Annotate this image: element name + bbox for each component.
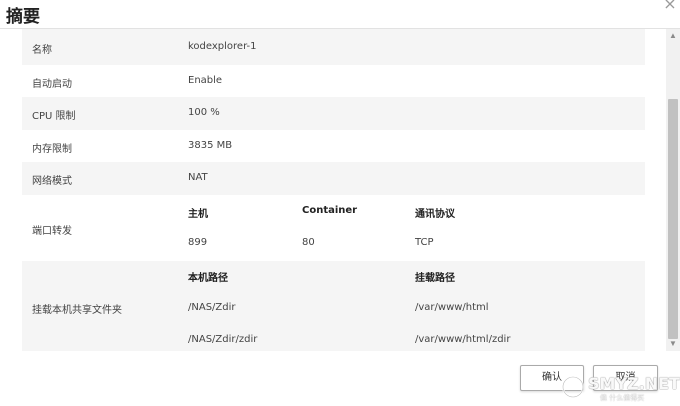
row-value: 100 % (188, 107, 220, 118)
port-header-host: 主机 (188, 209, 208, 220)
folder-header-mount-path: 挂载路径 (415, 273, 455, 284)
watermark-logo-icon (562, 376, 584, 398)
scroll-thumb[interactable] (668, 99, 678, 339)
folder-mount-path: /var/www/html/zdir (415, 334, 511, 345)
port-container-value: 80 (302, 237, 315, 248)
close-icon[interactable]: × (662, 0, 678, 12)
watermark-subtext: 值 什么值得买 (600, 394, 645, 402)
folder-mount-path: /var/www/html (415, 302, 489, 313)
port-header-protocol: 通讯协议 (415, 209, 455, 220)
scroll-down-arrow-icon[interactable]: ▼ (666, 337, 680, 351)
row-value: 3835 MB (188, 140, 233, 151)
summary-row-name: 名称 kodexplorer-1 (22, 29, 645, 65)
summary-row-network-mode: 网络模式 NAT (22, 162, 645, 195)
row-label: 端口转发 (32, 226, 72, 237)
row-value: Enable (188, 75, 223, 86)
port-protocol-value: TCP (415, 237, 434, 248)
row-label: 名称 (32, 45, 52, 56)
port-header-container: Container (302, 205, 358, 216)
row-label: 网络模式 (32, 176, 72, 187)
vertical-scrollbar[interactable]: ▲ ▼ (666, 29, 680, 351)
row-label: 自动启动 (32, 79, 72, 90)
summary-row-cpu-limit: CPU 限制 100 % (22, 97, 645, 130)
summary-dialog: 摘要 × 名称 kodexplorer-1 自动启动 Enable CPU 限制… (0, 0, 680, 406)
folder-header-local-path: 本机路径 (188, 273, 228, 284)
summary-content: 名称 kodexplorer-1 自动启动 Enable CPU 限制 100 … (0, 29, 666, 351)
folder-local-path: /NAS/Zdir/zdir (188, 334, 258, 345)
summary-row-port-forwarding: 端口转发 主机 Container 通讯协议 899 80 TCP (22, 195, 645, 261)
summary-row-shared-folders: 挂载本机共享文件夹 本机路径 挂载路径 /NAS/Zdir /var/www/h… (22, 261, 645, 351)
dialog-title: 摘要 (6, 7, 40, 27)
scroll-up-arrow-icon[interactable]: ▲ (666, 29, 680, 43)
summary-table: 名称 kodexplorer-1 自动启动 Enable CPU 限制 100 … (22, 29, 645, 351)
folder-local-path: /NAS/Zdir (188, 302, 236, 313)
row-label: 内存限制 (32, 144, 72, 155)
summary-row-memory-limit: 内存限制 3835 MB (22, 130, 645, 162)
row-value: NAT (188, 172, 208, 183)
row-label: 挂载本机共享文件夹 (32, 305, 122, 316)
watermark-text: SMYZ.NET (588, 374, 680, 393)
port-host-value: 899 (188, 237, 208, 248)
summary-row-autostart: 自动启动 Enable (22, 65, 645, 97)
row-value: kodexplorer-1 (188, 41, 257, 52)
watermark: SMYZ.NET 值 什么值得买 (560, 372, 680, 402)
row-label: CPU 限制 (32, 111, 76, 122)
